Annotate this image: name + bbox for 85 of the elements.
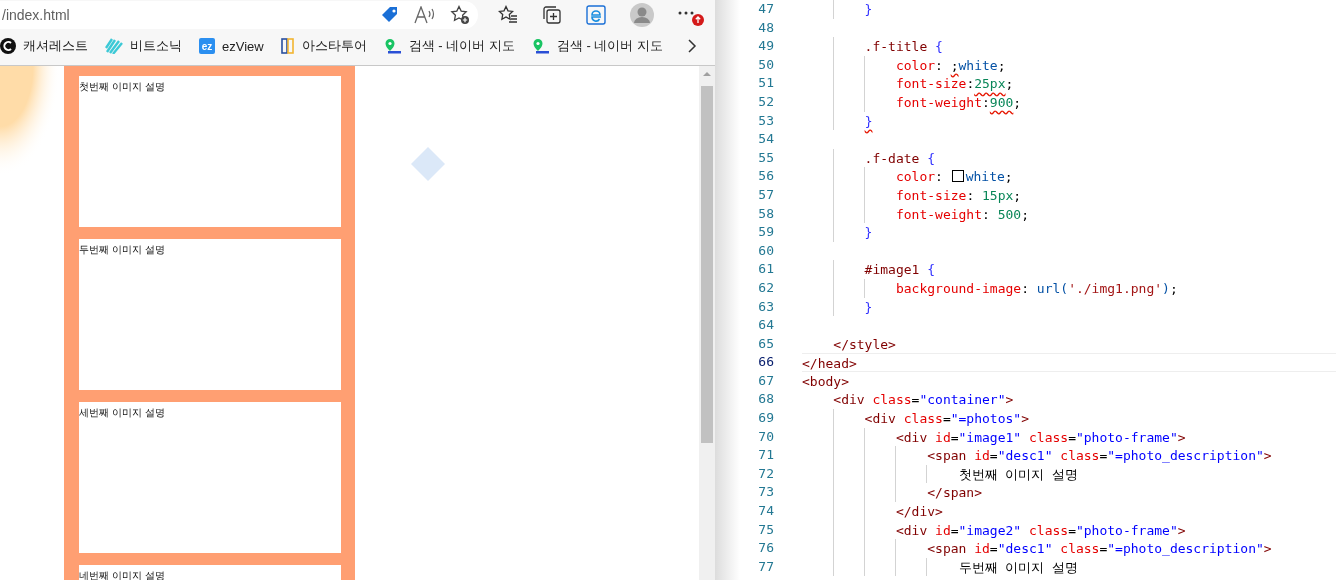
line-number: 62	[757, 278, 774, 297]
bookmark-link[interactable]: 검색 - 네이버 지도	[383, 37, 515, 55]
photo-caption: 세번째 이미지 설명	[79, 406, 165, 420]
scroll-thumb[interactable]	[701, 86, 713, 443]
line-number: 76	[757, 539, 774, 558]
line-number: 74	[757, 502, 774, 521]
chevron-right-icon[interactable]	[687, 38, 697, 54]
line-number: 72	[757, 464, 774, 483]
line-number: 50	[757, 55, 774, 74]
line-number: 64	[757, 316, 774, 335]
line-number: 66	[757, 353, 774, 372]
favorites-icon[interactable]	[498, 5, 518, 25]
line-number: 75	[757, 520, 774, 539]
code-line: background-image: url('./img1.png');	[894, 279, 1178, 298]
line-number: 49	[757, 37, 774, 56]
line-number: 61	[757, 260, 774, 279]
code-line: }	[863, 1, 873, 19]
address-bar[interactable]: /index.html	[0, 1, 478, 29]
line-number: 68	[757, 390, 774, 409]
code-line: font-size: 15px;	[894, 186, 1022, 205]
code-line: </style>	[832, 335, 896, 354]
code-line: color: white;	[894, 168, 1013, 187]
line-number: 71	[757, 446, 774, 465]
code-line: 첫번째 이미지 설명	[957, 465, 1079, 484]
code-line: }	[863, 298, 873, 317]
line-number: 55	[757, 148, 774, 167]
line-number: 77	[757, 557, 774, 576]
line-number: 54	[757, 130, 774, 149]
line-number: 69	[757, 409, 774, 428]
code-line: .f-date {	[863, 149, 936, 168]
read-aloud-icon[interactable]	[414, 6, 436, 24]
code-line: <body>	[802, 372, 849, 391]
avatar-icon[interactable]	[630, 3, 654, 27]
code-line: font-size:25px;	[894, 75, 1014, 94]
line-number: 48	[757, 18, 774, 37]
line-number: 73	[757, 483, 774, 502]
bookmark-link[interactable]: 캐셔레스트	[0, 37, 88, 55]
code-line: color: ;white;	[894, 56, 1006, 75]
scrollbar[interactable]	[699, 66, 715, 580]
code-line: <span id="desc1" class="=photo_description">	[926, 540, 1272, 559]
code-line: font-weight: 500;	[894, 205, 1029, 224]
star-add-icon[interactable]	[450, 5, 470, 25]
code-line: <div id="image2" class="photo-frame">	[894, 521, 1186, 540]
ez-icon: ez	[199, 38, 215, 54]
bookmark-link[interactable]: ez ezView	[199, 38, 264, 54]
photo-caption: 첫번째 이미지 설명	[79, 80, 165, 94]
line-number: 65	[757, 334, 774, 353]
map-pin-icon	[383, 38, 402, 54]
collections-icon[interactable]	[542, 5, 562, 25]
tag-icon[interactable]	[380, 5, 400, 25]
code-line: </head>	[802, 355, 857, 374]
bookmark-link[interactable]: 검색 - 네이버 지도	[531, 37, 664, 55]
ie-mode-icon[interactable]	[586, 5, 606, 25]
line-number: 59	[757, 223, 774, 242]
diamond-shape	[410, 146, 446, 182]
code-line: <div id="image1" class="photo-frame">	[894, 428, 1186, 447]
line-number: 52	[757, 92, 774, 111]
code-line: 두번째 이미지 설명	[957, 558, 1079, 577]
line-number: 63	[757, 297, 774, 316]
bookmark-link[interactable]: 아스타투어	[280, 37, 367, 55]
line-number: 57	[757, 185, 774, 204]
line-number: 47	[757, 0, 774, 18]
line-number: 70	[757, 427, 774, 446]
line-number: 60	[757, 241, 774, 260]
bookmark-link[interactable]: 비트소닉	[105, 37, 182, 55]
line-number: 53	[757, 111, 774, 130]
photo-caption: 두번째 이미지 설명	[79, 243, 165, 257]
code-line: #image1 {	[863, 261, 936, 280]
code-line: </span>	[926, 484, 982, 503]
code-line: </div>	[894, 503, 943, 522]
code-line: <span id="desc1" class="=photo_description">	[926, 447, 1272, 466]
line-number: 56	[757, 167, 774, 186]
map-pin-icon	[531, 38, 550, 54]
book-icon	[280, 38, 295, 54]
stripes-icon	[105, 38, 123, 54]
code-line: }	[863, 224, 873, 243]
line-number: 67	[757, 371, 774, 390]
code-line: <div class="=photos">	[863, 410, 1029, 429]
line-number: 51	[757, 74, 774, 93]
code-line: }	[863, 112, 873, 131]
code-line: font-weight:900;	[894, 93, 1022, 112]
photo-caption: 네번째 이미지 설명	[79, 569, 165, 580]
line-number: 58	[757, 204, 774, 223]
code-line: .f-title {	[863, 38, 943, 57]
code-line: <div class="container">	[832, 391, 1014, 410]
